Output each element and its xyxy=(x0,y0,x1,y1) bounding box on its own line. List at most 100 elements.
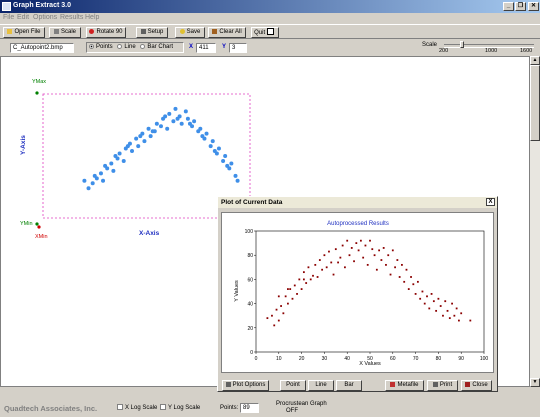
source-point[interactable] xyxy=(98,171,103,176)
source-point[interactable] xyxy=(192,119,197,124)
source-point[interactable] xyxy=(210,139,215,144)
scale-slider-thumb[interactable] xyxy=(460,41,464,48)
source-point[interactable] xyxy=(204,131,209,136)
restore-button[interactable]: ❐ xyxy=(515,2,526,11)
save-button[interactable]: Save xyxy=(175,27,205,38)
mode-bar-chart[interactable]: Bar Chart xyxy=(140,44,173,50)
source-point[interactable] xyxy=(113,154,118,158)
ymax-marker[interactable] xyxy=(35,91,39,95)
x-log-checkbox[interactable]: X Log Scale xyxy=(117,404,157,411)
bar-button[interactable]: Bar xyxy=(336,380,362,391)
source-point[interactable] xyxy=(86,186,91,191)
source-point[interactable] xyxy=(163,114,168,119)
x-coord-field[interactable]: 411 xyxy=(196,43,216,53)
scale-button[interactable]: Scale xyxy=(49,27,81,38)
plot-dialog: Plot of Current Data X Autoprocessed Res… xyxy=(217,196,498,392)
y-log-box[interactable] xyxy=(160,404,166,410)
xmin-marker[interactable] xyxy=(37,225,41,229)
menu-edit[interactable]: Edit xyxy=(17,14,29,21)
source-point[interactable] xyxy=(90,181,95,186)
x-coord-label: X xyxy=(189,44,194,50)
point-button[interactable]: Point xyxy=(280,380,306,391)
source-point[interactable] xyxy=(154,121,159,126)
source-point[interactable] xyxy=(175,116,180,121)
source-point[interactable] xyxy=(138,134,143,139)
ymax-label: YMax xyxy=(32,79,47,85)
source-point[interactable] xyxy=(171,119,176,124)
source-point[interactable] xyxy=(173,106,178,111)
mode-line[interactable]: Line xyxy=(117,44,136,50)
clear-all-button[interactable]: Clear All xyxy=(208,27,246,38)
source-point[interactable] xyxy=(225,163,230,168)
source-point[interactable] xyxy=(212,149,217,154)
source-point[interactable] xyxy=(185,116,190,121)
source-point[interactable] xyxy=(167,111,172,116)
file-name-field[interactable]: C_Autopoint2.bmp xyxy=(10,43,74,53)
source-point[interactable] xyxy=(125,144,130,149)
y-log-checkbox[interactable]: Y Log Scale xyxy=(160,404,200,411)
ymin-marker[interactable] xyxy=(35,222,39,226)
menu-help[interactable]: Help xyxy=(85,14,99,21)
source-point[interactable] xyxy=(235,178,240,183)
radio-points[interactable] xyxy=(89,44,94,49)
metafile-button[interactable]: Metafile xyxy=(385,380,424,391)
y-log-label: Y Log Scale xyxy=(168,405,201,411)
data-point xyxy=(398,276,401,278)
plot-dialog-close-button[interactable]: X xyxy=(486,198,495,206)
source-point[interactable] xyxy=(134,136,139,141)
source-point[interactable] xyxy=(111,168,116,173)
source-point[interactable] xyxy=(198,126,203,131)
source-point[interactable] xyxy=(165,126,170,131)
y-coord-field[interactable]: 3 xyxy=(229,43,247,53)
source-point[interactable] xyxy=(200,134,205,139)
radio-line[interactable] xyxy=(117,44,123,49)
source-point[interactable] xyxy=(179,121,184,126)
source-point[interactable] xyxy=(103,163,108,168)
source-point[interactable] xyxy=(150,129,155,134)
source-point[interactable] xyxy=(146,126,151,131)
source-point[interactable] xyxy=(229,161,234,166)
source-point[interactable] xyxy=(183,109,188,114)
setup-button[interactable]: Setup xyxy=(136,27,168,38)
ymin-label: YMin xyxy=(20,221,33,227)
scroll-down-button[interactable]: ▼ xyxy=(530,378,540,387)
source-point[interactable] xyxy=(101,178,106,183)
vertical-scrollbar[interactable]: ▲ ▼ xyxy=(530,56,540,387)
source-point[interactable] xyxy=(92,173,97,178)
source-point[interactable] xyxy=(136,144,141,149)
close-window-button[interactable]: ✕ xyxy=(528,2,539,11)
menu-file[interactable]: File xyxy=(3,14,14,21)
close-button[interactable]: Close xyxy=(461,380,492,391)
source-point[interactable] xyxy=(233,173,238,178)
rotate-button[interactable]: Rotate 90 xyxy=(86,27,126,38)
source-point[interactable] xyxy=(148,134,153,139)
source-point[interactable] xyxy=(121,158,126,163)
source-point[interactable] xyxy=(82,178,87,183)
source-point[interactable] xyxy=(221,158,226,163)
source-point[interactable] xyxy=(187,121,192,126)
x-log-box[interactable] xyxy=(117,404,123,410)
source-point[interactable] xyxy=(109,161,114,166)
open-file-button[interactable]: Open File xyxy=(3,27,45,38)
source-point[interactable] xyxy=(142,139,147,144)
source-point[interactable] xyxy=(158,124,163,129)
source-point[interactable] xyxy=(117,151,122,156)
menu-results[interactable]: Results xyxy=(60,14,83,21)
source-point[interactable] xyxy=(130,149,135,154)
menu-options[interactable]: Options xyxy=(33,14,57,21)
scroll-up-button[interactable]: ▲ xyxy=(530,56,540,65)
print-button[interactable]: Print xyxy=(427,380,458,391)
plot-dialog-titlebar[interactable]: Plot of Current Data X xyxy=(218,197,497,208)
source-point[interactable] xyxy=(216,146,221,151)
quit-button[interactable]: Quit xyxy=(251,27,279,38)
clear-all-label: Clear All xyxy=(219,29,242,35)
minimize-button[interactable]: _ xyxy=(503,2,514,11)
source-point[interactable] xyxy=(223,154,228,158)
line-button[interactable]: Line xyxy=(308,380,334,391)
source-point[interactable] xyxy=(208,144,213,149)
scroll-thumb[interactable] xyxy=(530,65,540,141)
mode-points[interactable]: Points xyxy=(89,44,113,50)
close-label: Close xyxy=(472,382,488,388)
plot-options-button[interactable]: Plot Options xyxy=(222,380,269,391)
radio-bar-chart[interactable] xyxy=(140,44,146,49)
